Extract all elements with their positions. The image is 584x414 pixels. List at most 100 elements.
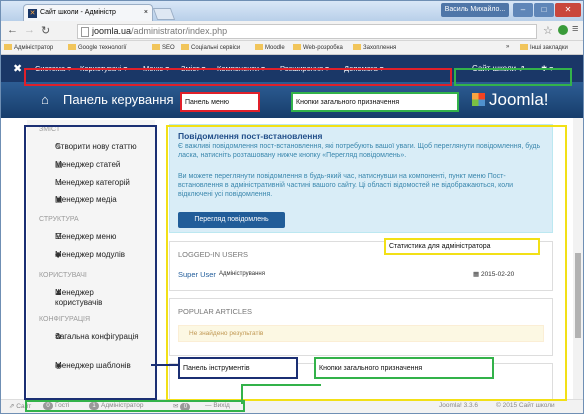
- sidebar-item-new-article[interactable]: ✎ Створити нову статтю: [39, 142, 137, 152]
- bookmark-folder[interactable]: Google технології: [68, 44, 127, 51]
- bookmark-folder[interactable]: Соціальні сервіси: [181, 44, 240, 51]
- close-window-icon[interactable]: ✕: [555, 3, 581, 17]
- folder-icon: [353, 44, 361, 50]
- scrollbar-thumb[interactable]: [575, 253, 581, 338]
- sidebar-item-templates[interactable]: ◉ Менеджер шаблонів: [39, 361, 131, 371]
- folder-icon: [293, 44, 301, 50]
- bookmarks-more-icon[interactable]: »: [506, 44, 509, 50]
- annotation-toolbar-label: Панель інструментів: [178, 357, 298, 379]
- menu-system[interactable]: Система ▾: [35, 64, 71, 73]
- alert-title: Повідомлення пост-встановлення: [178, 131, 323, 141]
- bookmark-folder[interactable]: Web-розробка: [293, 44, 343, 51]
- footer-admin-label: Адміністратор: [101, 402, 144, 409]
- bookmark-folder[interactable]: Захоплення: [353, 44, 396, 51]
- status-footer: ⇗ Сайт 0 Гості 1 Адміністратор ✉ 0 — Вихід …: [1, 399, 583, 413]
- site-link[interactable]: Сайт школи ⇗: [472, 64, 525, 73]
- joomla-brand-icon: [472, 93, 485, 106]
- pencil-icon: ✎: [55, 142, 62, 151]
- sidebar: ЗМІСТ ✎ Створити нову статтю ▤ Менеджер ст…: [27, 120, 155, 404]
- bookmark-star-icon[interactable]: ☆: [543, 24, 553, 37]
- footer-site[interactable]: ⇗ Сайт: [9, 402, 31, 410]
- folder-icon: [181, 44, 189, 50]
- folder-icon: [152, 44, 160, 50]
- sidebar-item-users[interactable]: ♟ Менеджер користувачів: [39, 288, 139, 308]
- sidebar-item-articles[interactable]: ▤ Менеджер статей: [39, 160, 120, 170]
- cube-icon: ◆: [55, 250, 62, 259]
- new-tab-button[interactable]: [152, 8, 176, 20]
- footer-messages[interactable]: ✉ 0: [173, 402, 192, 411]
- page-icon: [81, 27, 89, 37]
- settings-gear-icon[interactable]: ✱ ▾: [541, 64, 553, 73]
- logout-link[interactable]: — Вихід: [205, 402, 230, 409]
- sidebar-item-label: Загальна конфігурація: [55, 332, 139, 341]
- menu-menus[interactable]: Меню ▾: [143, 64, 169, 73]
- menu-content[interactable]: Зміст ▾: [181, 64, 205, 73]
- sidebar-item-global-config[interactable]: ✿ Загальна конфігурація: [39, 332, 139, 342]
- joomla-version: Joomla! 3.3.6: [439, 402, 479, 409]
- bookmark-folder[interactable]: Адміністратор: [4, 44, 53, 51]
- sidebar-item-modules[interactable]: ◆ Менеджер модулів: [39, 250, 125, 260]
- annotation-top-buttons-label: Кнопки загального призначення: [291, 92, 459, 112]
- address-bar[interactable]: joomla.ua/administrator/index.php: [77, 24, 537, 39]
- browser-menu-icon[interactable]: ≡: [572, 23, 578, 35]
- sidebar-item-label: Менеджер категорій: [55, 178, 130, 187]
- joomla-brand: Joomla!: [489, 90, 549, 109]
- menu-extensions[interactable]: Розширення ▾: [280, 64, 329, 73]
- joomla-favicon-icon: ✕: [28, 9, 37, 18]
- bookmark-label: Захоплення: [363, 45, 397, 51]
- sidebar-item-label: Менеджер користувачів: [55, 288, 103, 307]
- tab-close-icon[interactable]: ×: [144, 5, 148, 21]
- footer-copyright: © 2015 Сайт школи: [496, 402, 555, 409]
- section-heading: КОНФІГУРАЦІЯ: [39, 316, 91, 323]
- annotation-bottom-buttons-label: Кнопки загального призначення: [314, 357, 494, 379]
- section-heading: КОРИСТУВАЧІ: [39, 272, 87, 279]
- sidebar-item-label: Менеджер модулів: [55, 250, 125, 259]
- maximize-icon[interactable]: □: [534, 3, 554, 17]
- reload-icon[interactable]: ↻: [41, 24, 50, 37]
- calendar-icon: ▦: [473, 271, 481, 278]
- profile-chip[interactable]: Василь Михайло...: [441, 3, 509, 17]
- folder-icon: ▭: [55, 178, 63, 187]
- menu-help[interactable]: Допомога ▾: [344, 64, 384, 73]
- guest-count-badge: 0: [43, 402, 53, 410]
- sidebar-item-categories[interactable]: ▭ Менеджер категорій: [39, 178, 130, 188]
- footer-guest-label: Гості: [55, 402, 70, 409]
- envelope-icon: ✉: [173, 403, 179, 410]
- bookmark-label: Web-розробка: [303, 45, 343, 51]
- browser-tab[interactable]: ✕ Сайт школи - Адміністр ×: [23, 4, 153, 21]
- extension-icon[interactable]: [558, 25, 568, 35]
- home-icon: ⌂: [41, 92, 49, 107]
- view-messages-button[interactable]: Перегляд повідомлень: [178, 212, 285, 228]
- page-title: Панель керування: [63, 92, 174, 107]
- sidebar-item-label: Створити нову статтю: [55, 142, 137, 151]
- url-host: joomla.ua: [92, 26, 132, 36]
- joomla-logo-icon[interactable]: ✖: [13, 62, 22, 75]
- sidebar-item-label: Менеджер шаблонів: [55, 361, 131, 370]
- login-date-text: 2015-02-20: [480, 271, 515, 278]
- menu-users[interactable]: Користувачі ▾: [80, 64, 127, 73]
- eye-icon: ◉: [55, 361, 62, 370]
- user-role: Адміністрування: [219, 271, 265, 277]
- menu-components[interactable]: Компоненти ▾: [217, 64, 265, 73]
- bookmark-label: Google технології: [78, 45, 127, 51]
- admin-menu-bar: ✖ Система ▾ Користувачі ▾ Меню ▾ Зміст ▾…: [1, 55, 583, 82]
- bookmark-folder[interactable]: SEO: [152, 44, 175, 51]
- browser-window: ✕ Сайт школи - Адміністр × Василь Михайл…: [0, 0, 584, 414]
- image-icon: ▣: [55, 195, 63, 204]
- minimize-icon[interactable]: ‒: [513, 3, 533, 17]
- logout-label: Вихід: [213, 402, 230, 409]
- bookmark-folder[interactable]: Moodle: [255, 44, 285, 51]
- admin-count-badge: 1: [89, 402, 99, 410]
- alert-text: Ви можете переглянути повідомлення в буд…: [178, 173, 513, 198]
- back-icon[interactable]: ←: [7, 24, 18, 36]
- tab-title: Сайт школи - Адміністр: [40, 9, 116, 16]
- other-bookmarks[interactable]: Інші закладки: [520, 44, 568, 51]
- sidebar-item-media[interactable]: ▣ Менеджер медіа: [39, 195, 117, 205]
- title-bar: ✕ Сайт школи - Адміністр × Василь Михайл…: [1, 1, 583, 21]
- user-link[interactable]: Super User: [178, 270, 216, 279]
- panel-title: POPULAR ARTICLES: [178, 307, 253, 316]
- sidebar-item-menus[interactable]: ☰ Менеджер меню: [39, 232, 116, 242]
- annotation-stats-label: Статистика для адміністратора: [384, 238, 540, 255]
- forward-icon[interactable]: →: [24, 24, 35, 36]
- stack-icon: ▤: [55, 160, 63, 169]
